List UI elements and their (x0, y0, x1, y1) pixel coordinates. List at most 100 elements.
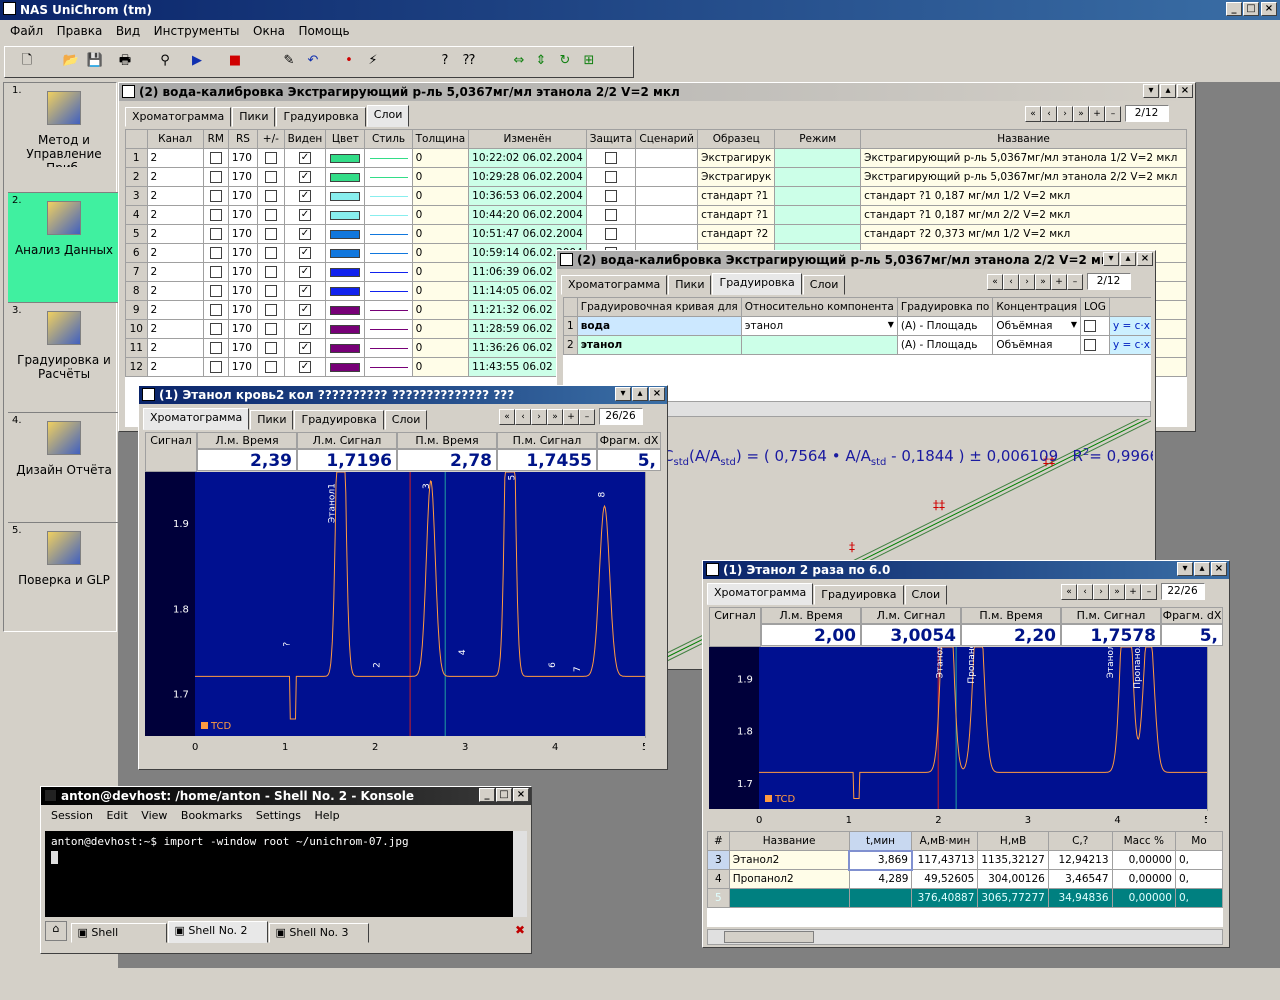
peaks-hscroll[interactable] (707, 929, 1223, 945)
checkbox[interactable] (264, 171, 277, 183)
checkbox[interactable] (264, 304, 277, 316)
checkbox[interactable] (209, 209, 222, 221)
checkbox[interactable] (605, 152, 618, 164)
scroll-thumb[interactable] (724, 931, 814, 943)
line-style-sample[interactable] (369, 309, 408, 311)
remove-icon[interactable]: – (579, 409, 595, 425)
menu-file[interactable]: Файл (10, 24, 43, 38)
add-icon[interactable]: + (1125, 584, 1141, 600)
menu-windows[interactable]: Окна (253, 24, 285, 38)
line-style-sample[interactable] (369, 176, 408, 178)
new-session-icon[interactable]: ⌂ (45, 921, 67, 941)
next-icon[interactable]: › (1057, 106, 1073, 122)
col-channel[interactable]: Канал (146, 129, 204, 149)
maximize-button[interactable]: ▴ (1194, 562, 1210, 576)
tab-peaks[interactable]: Пики (668, 275, 712, 295)
next-icon[interactable]: › (1093, 584, 1109, 600)
menu-help[interactable]: Помощь (298, 24, 349, 38)
color-swatch[interactable] (330, 267, 361, 277)
print-icon[interactable]: 🖶 (114, 51, 136, 73)
first-icon[interactable]: « (987, 274, 1003, 290)
checkbox[interactable] (209, 152, 222, 164)
last-icon[interactable]: » (1109, 584, 1125, 600)
checkbox[interactable]: ✓ (298, 361, 311, 373)
terminal-vscroll[interactable] (513, 831, 527, 917)
rotate-icon[interactable]: ↻ (554, 51, 576, 73)
minimize-button[interactable]: _ (1226, 2, 1242, 16)
tab-calibration[interactable]: Градуировка (712, 273, 802, 295)
tab-chromatogram[interactable]: Хроматограмма (561, 275, 668, 295)
close-button[interactable]: × (1261, 2, 1277, 16)
close-button[interactable]: × (513, 788, 529, 802)
tab-layers[interactable]: Слои (904, 585, 948, 605)
play-icon[interactable]: ▶ (186, 51, 208, 73)
checkbox[interactable]: ✓ (298, 304, 311, 316)
checkbox[interactable] (209, 190, 222, 202)
tab-layers[interactable]: Слои (384, 410, 428, 430)
checkbox[interactable]: ✓ (298, 209, 311, 221)
chromatogram-plot-svg[interactable]: 0 1 2 3 4 5 1.9 1.8 1.7 Этанол1 3 5 8? 2 4 6 7 TCD (145, 471, 648, 754)
last-icon[interactable]: » (547, 409, 563, 425)
checkbox[interactable]: ✓ (298, 190, 311, 202)
next-icon[interactable]: › (1019, 274, 1035, 290)
help-icon[interactable]: ? (434, 51, 456, 73)
close-button[interactable]: × (1137, 252, 1153, 266)
line-style-sample[interactable] (369, 271, 408, 273)
menu-edit[interactable]: Правка (57, 24, 103, 38)
lightning-icon[interactable]: ⚡ (362, 51, 384, 73)
prev-icon[interactable]: ‹ (1077, 584, 1093, 600)
chromatogram-plot[interactable]: 0 1 2 3 4 5 1.9 1.8 1.7 Этанол1 3 5 8? 2 4 6 7 TCD (145, 471, 648, 754)
table-row[interactable]: 3 2 170 ✓ 0 10:36:53 06.02.2004 стандарт ?1 ста… (125, 186, 1187, 206)
tab-peaks[interactable]: Пики (250, 410, 294, 430)
checkbox[interactable] (209, 304, 222, 316)
checkbox[interactable] (605, 190, 618, 202)
checkbox[interactable]: ✓ (298, 285, 311, 297)
context-help-icon[interactable]: ⁇ (458, 51, 480, 73)
fit-all-icon[interactable]: ⊞ (578, 51, 600, 73)
menu-tools[interactable]: Инструменты (154, 24, 240, 38)
minimize-button[interactable]: ▾ (1177, 562, 1193, 576)
close-button[interactable]: × (1177, 84, 1193, 98)
checkbox[interactable] (209, 266, 222, 278)
sidebar-item-calibration[interactable]: 3. Градуировка и Расчёты (8, 303, 120, 413)
plot-vscroll[interactable] (1207, 647, 1223, 811)
checkbox[interactable] (264, 266, 277, 278)
color-swatch[interactable] (330, 343, 361, 353)
tab-calibration[interactable]: Градуировка (814, 585, 904, 605)
line-style-sample[interactable] (369, 347, 408, 349)
chart-tool-icon[interactable]: ✎ (278, 51, 300, 73)
menu-view[interactable]: Вид (116, 24, 140, 38)
tab-chromatogram[interactable]: Хроматограмма (125, 107, 232, 127)
table-row-total[interactable]: 5 376,40887 3065,77277 34,94836 0,00000 0, (707, 888, 1223, 908)
add-icon[interactable]: + (1089, 106, 1105, 122)
checkbox[interactable] (209, 171, 222, 183)
open-folder-icon[interactable]: 📂 (60, 51, 82, 73)
table-row[interactable]: 4 2 170 ✓ 0 10:44:20 06.02.2004 стандарт ?1 ста… (125, 205, 1187, 225)
plot-vscroll[interactable] (645, 472, 661, 738)
color-swatch[interactable] (330, 191, 361, 201)
checkbox[interactable]: ✓ (298, 342, 311, 354)
checkbox[interactable] (264, 323, 277, 335)
table-row[interactable]: 4 Пропанол2 4,289 49,52605 304,00126 3,46547 0… (707, 869, 1223, 889)
undo-icon[interactable]: ↶ (302, 51, 324, 73)
checkbox[interactable] (264, 228, 277, 240)
color-swatch[interactable] (330, 248, 361, 258)
chromatogram-plot[interactable]: 0 1 2 3 4 5 1.9 1.8 1.7 Этанол1 Пропанол1 Этанол2 Пр… (709, 631, 1210, 827)
table-row[interactable]: 1 вода этанол ▼ (A) - Площадь Объёмная ▼ y = c·… (563, 316, 1151, 336)
checkbox[interactable] (605, 209, 618, 221)
tab-chromatogram[interactable]: Хроматограмма (143, 408, 250, 430)
checkbox[interactable]: ✓ (298, 266, 311, 278)
checkbox[interactable] (264, 190, 277, 202)
prev-icon[interactable]: ‹ (515, 409, 531, 425)
checkbox[interactable] (264, 209, 277, 221)
minimize-button[interactable]: _ (479, 788, 495, 802)
chromatogram-plot-svg[interactable]: 0 1 2 3 4 5 1.9 1.8 1.7 Этанол1 Пропанол1 Этанол2 Пр… (709, 631, 1210, 827)
close-tab-icon[interactable]: ✖ (515, 923, 525, 937)
checkbox[interactable] (264, 152, 277, 164)
remove-icon[interactable]: – (1141, 584, 1157, 600)
maximize-button[interactable]: ▴ (1160, 84, 1176, 98)
color-swatch[interactable] (330, 286, 361, 296)
prev-icon[interactable]: ‹ (1003, 274, 1019, 290)
color-swatch[interactable] (330, 172, 361, 182)
line-style-sample[interactable] (369, 233, 408, 235)
